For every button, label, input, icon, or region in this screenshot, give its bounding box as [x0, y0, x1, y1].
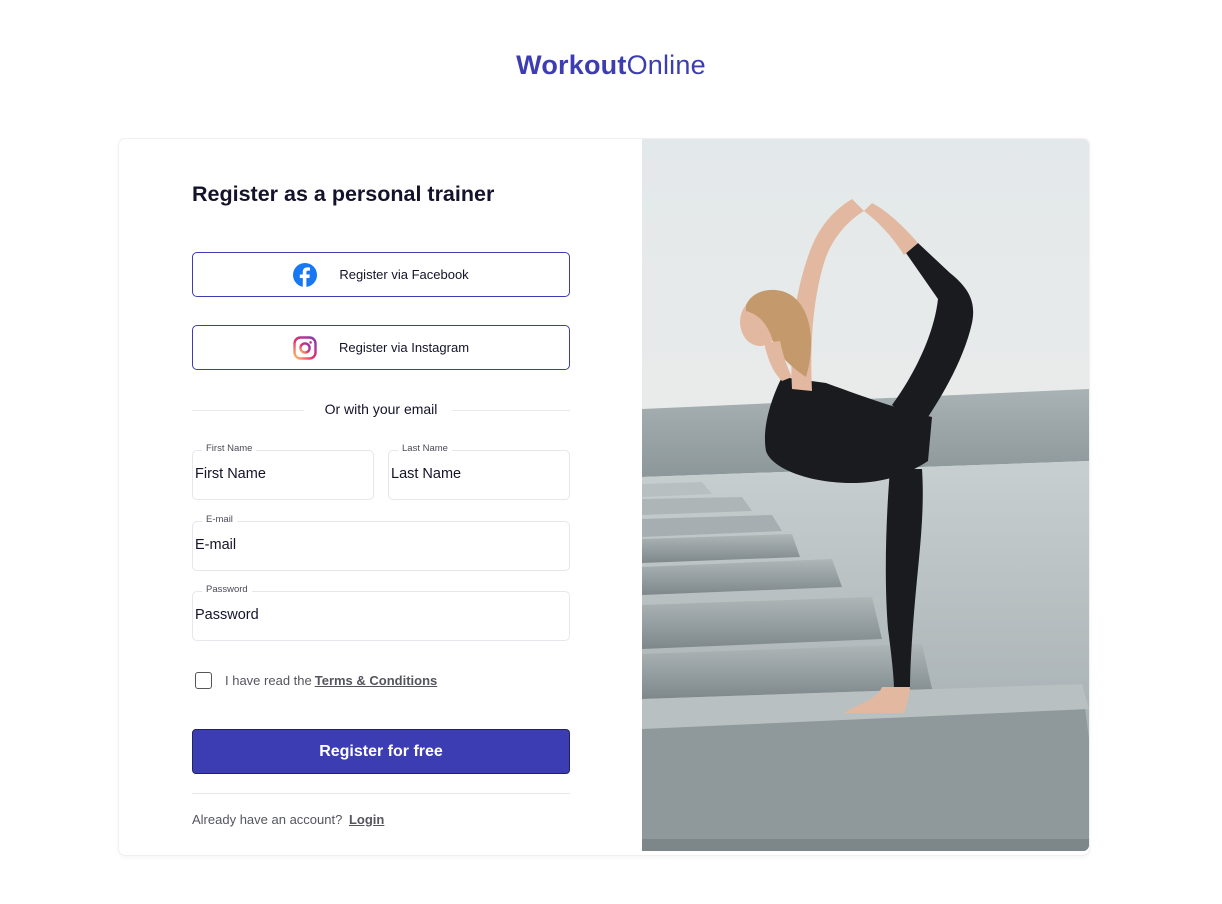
email-value: E-mail [195, 537, 237, 553]
terms-row: I have read the Terms & Conditions [195, 672, 437, 689]
brand-logo-part1: Workout [516, 50, 627, 80]
email-field[interactable]: E-mail E-mail [192, 514, 570, 571]
last-name-field[interactable]: Last Name Last Name [388, 443, 570, 500]
email-divider: Or with your email [192, 401, 570, 419]
register-instagram-label: Register via Instagram [338, 340, 470, 355]
password-value: Password [195, 607, 259, 623]
facebook-icon [293, 262, 318, 287]
register-facebook-button[interactable]: Register via Facebook [192, 252, 570, 297]
register-instagram-button[interactable]: Register via Instagram [192, 325, 570, 370]
page-title: Register as a personal trainer [192, 182, 495, 206]
instagram-icon [293, 335, 317, 360]
password-field[interactable]: Password Password [192, 584, 570, 641]
first-name-value: First Name [195, 466, 266, 482]
register-card: Register as a personal trainer Register … [119, 139, 1089, 855]
email-divider-text: Or with your email [324, 401, 438, 417]
terms-prefix: I have read the [225, 673, 312, 688]
last-name-label: Last Name [398, 443, 452, 454]
brand-logo[interactable]: WorkoutOnline [0, 50, 1222, 81]
terms-checkbox[interactable] [195, 672, 212, 689]
first-name-label: First Name [202, 443, 257, 454]
email-label: E-mail [202, 514, 237, 525]
hero-photo [642, 139, 1089, 851]
register-facebook-label: Register via Facebook [339, 267, 469, 282]
password-label: Password [202, 584, 252, 595]
login-separator [192, 793, 570, 794]
last-name-value: Last Name [391, 466, 462, 482]
login-prefix: Already have an account? [192, 812, 343, 827]
brand-logo-part2: Online [626, 50, 706, 80]
register-button[interactable]: Register for free [192, 729, 570, 774]
first-name-field[interactable]: First Name First Name [192, 443, 374, 500]
login-row: Already have an account? Login [192, 812, 384, 827]
yoga-photo-illustration [642, 139, 1089, 851]
login-link[interactable]: Login [349, 812, 384, 827]
terms-link[interactable]: Terms & Conditions [315, 673, 438, 688]
